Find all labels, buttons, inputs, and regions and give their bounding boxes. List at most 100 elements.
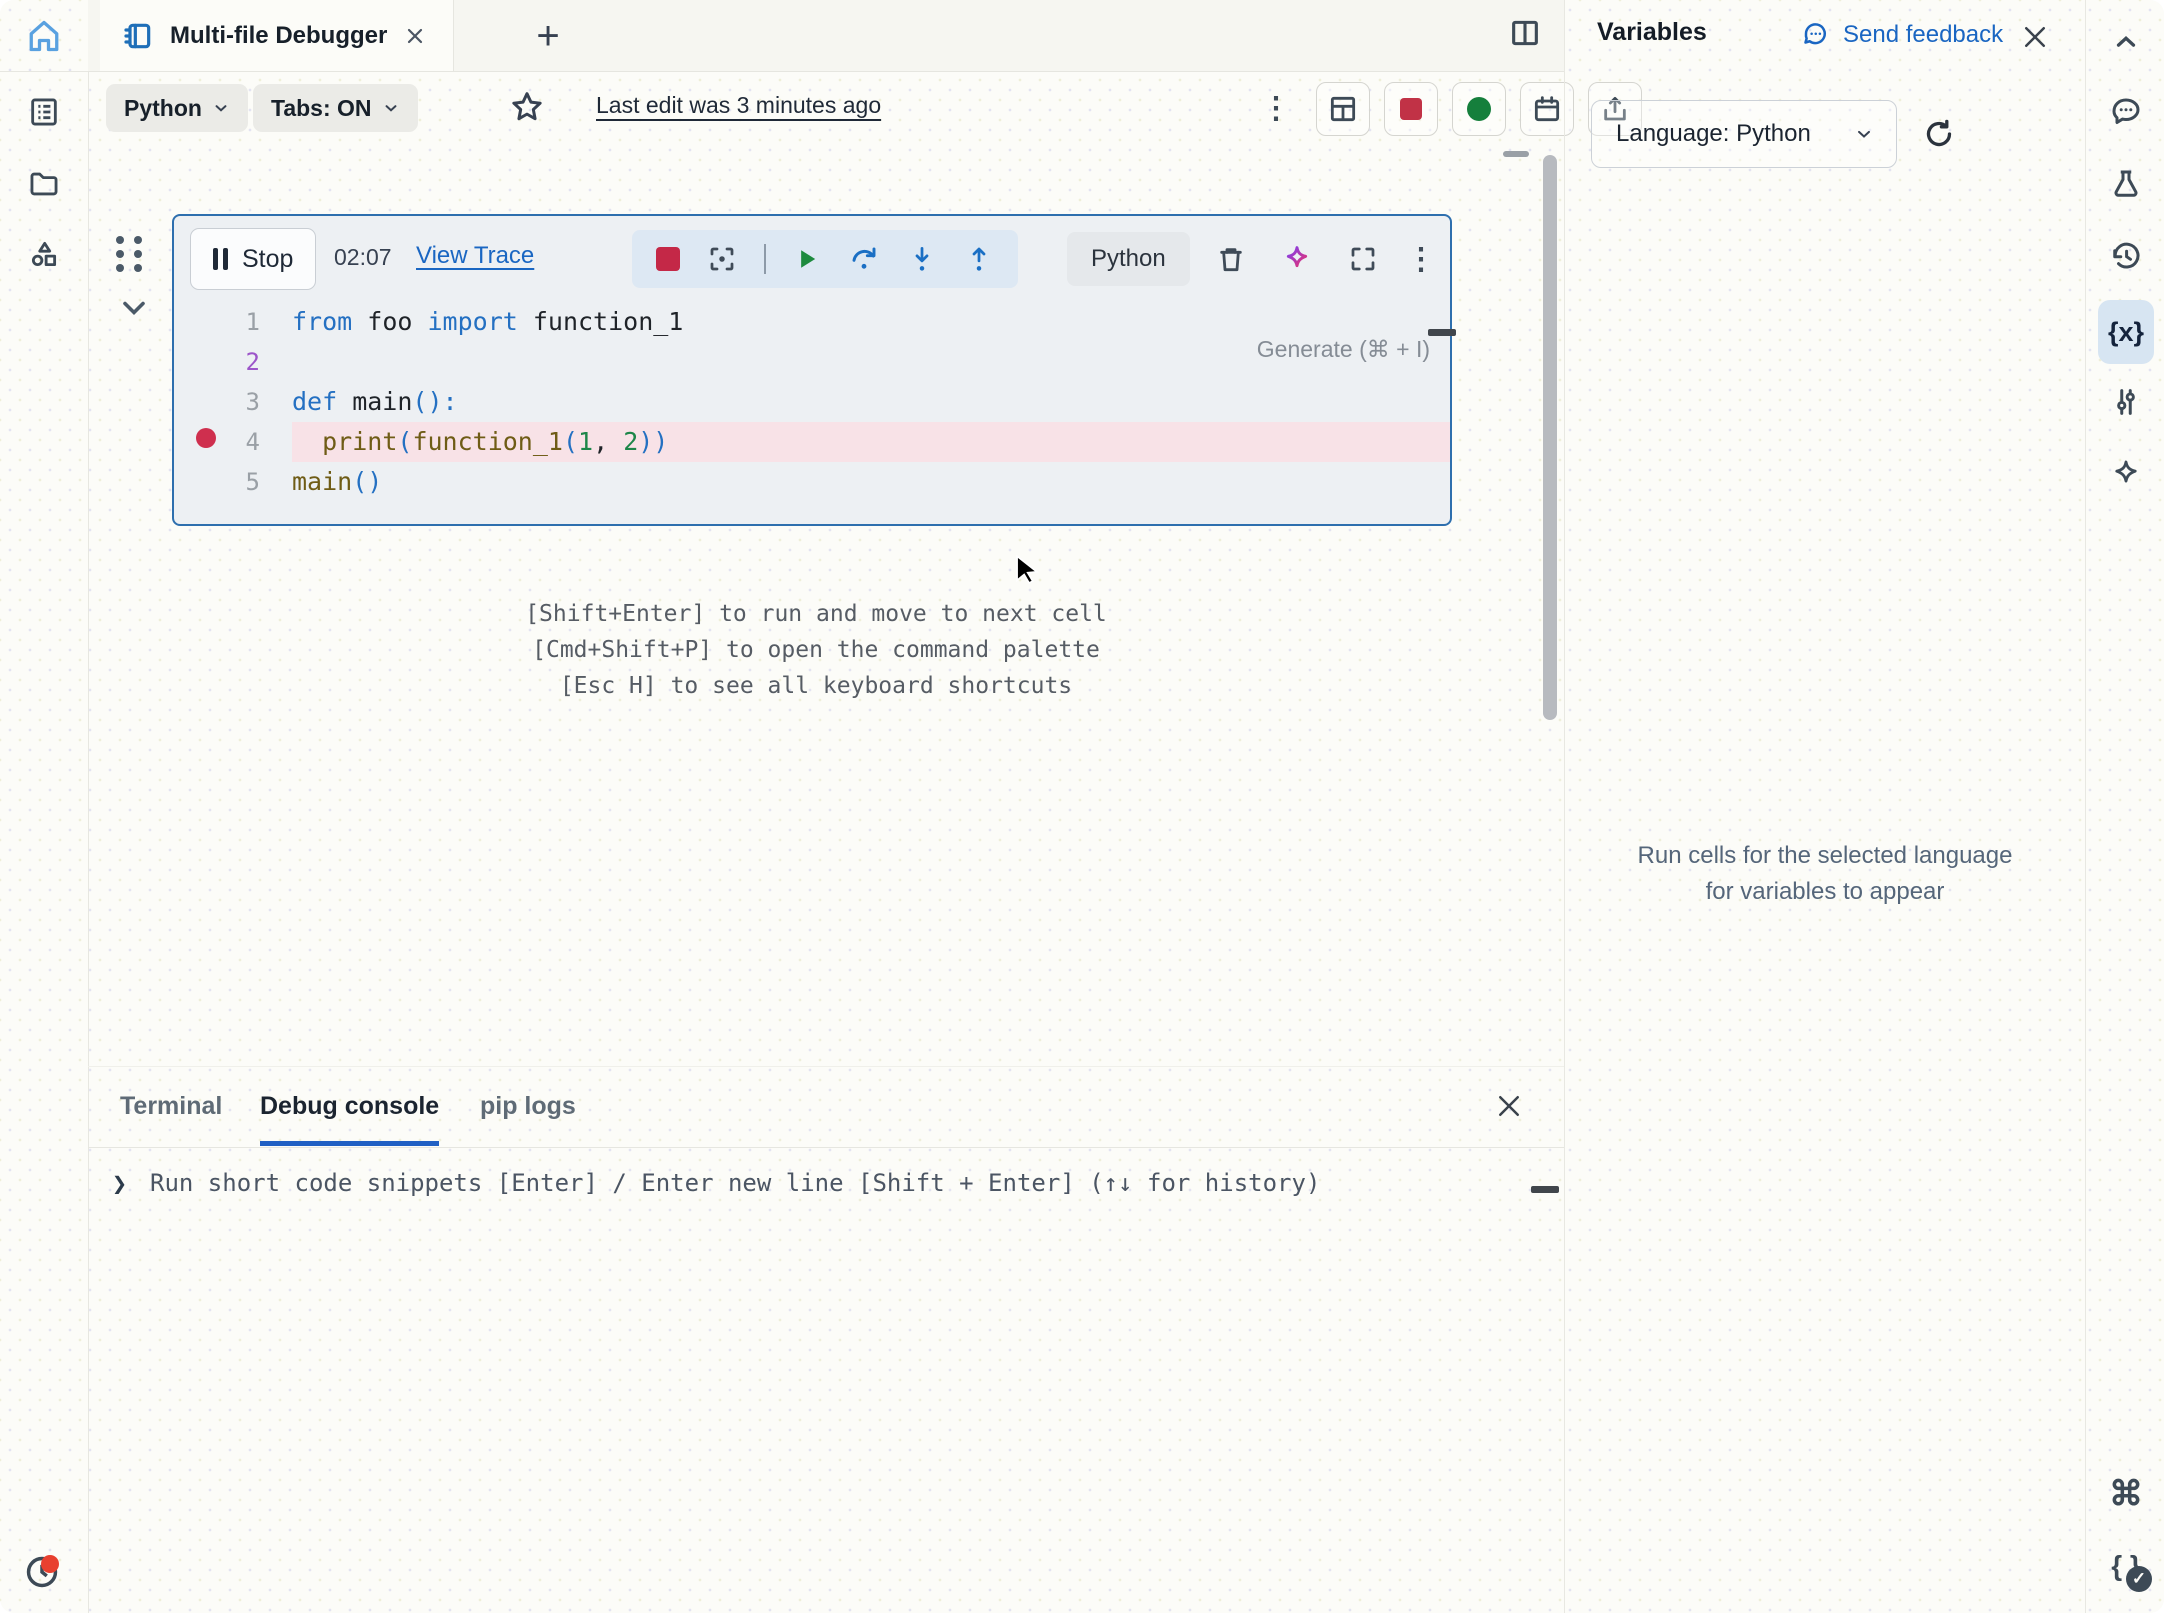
sparkle-icon (2109, 457, 2143, 491)
console-close-button[interactable] (1494, 1091, 1524, 1121)
chevron-down-icon (212, 99, 230, 117)
variables-icon: {x} (2108, 317, 2144, 348)
kernel-selector[interactable]: Python (106, 84, 248, 132)
toolbar-kebab-button[interactable]: ⋮ (1254, 84, 1298, 132)
view-trace-link[interactable]: View Trace (416, 242, 534, 270)
panel-close-button[interactable] (2020, 22, 2050, 52)
line-number: 4 (174, 422, 292, 462)
execution-timer: 02:07 (334, 244, 392, 271)
line-number: 1 (174, 302, 292, 342)
environment-button[interactable] (2098, 156, 2154, 212)
check-icon: ✓ (2126, 1566, 2152, 1592)
cell-menu-button[interactable]: ⋮ (1396, 234, 1446, 284)
panel-title: Variables (1597, 18, 1707, 47)
new-tab-button[interactable]: + (526, 14, 570, 58)
fullscreen-icon (1348, 244, 1378, 274)
close-icon (2020, 22, 2050, 52)
code-line-1: 1 from foo import function_1 (174, 302, 1450, 342)
console-scroll-marker (1531, 1186, 1559, 1193)
comments-button[interactable] (2098, 84, 2154, 140)
feedback-bubble-icon (1801, 20, 1831, 50)
list-icon (27, 95, 61, 129)
last-edit-link[interactable]: Last edit was 3 minutes ago (596, 92, 881, 119)
ai-assist-button[interactable] (1272, 234, 1322, 284)
tab-close-icon[interactable] (403, 24, 427, 48)
stop-square-icon (1400, 98, 1422, 120)
home-button[interactable] (16, 8, 72, 64)
prompt-placeholder: Run short code snippets [Enter] / Enter … (150, 1169, 1320, 1197)
cell-language-label: Python (1091, 245, 1166, 273)
cell-language-badge[interactable]: Python (1067, 232, 1190, 286)
stop-debug-icon[interactable] (656, 247, 680, 271)
left-sidebar (0, 0, 89, 1613)
history-clock-icon (2108, 238, 2144, 274)
favorite-button[interactable] (508, 88, 546, 126)
cell-scroll-marker (1428, 329, 1456, 336)
language-selector[interactable]: Language: Python (1591, 100, 1897, 168)
refresh-variables-button[interactable] (1921, 116, 1957, 152)
chevron-down-icon (382, 99, 400, 117)
step-into-icon[interactable] (907, 244, 937, 274)
cell-drag-handle[interactable] (116, 236, 156, 280)
vertical-scrollbar[interactable] (1543, 155, 1557, 720)
calendar-icon (1531, 93, 1563, 125)
layout-grid-icon (1327, 93, 1359, 125)
tab-pip-logs[interactable]: pip logs (480, 1067, 576, 1146)
code-line-4-highlighted: 4 print(function_1(1, 2)) (174, 422, 1450, 462)
step-out-icon[interactable] (964, 244, 994, 274)
split-view-button[interactable] (1508, 16, 1542, 50)
kebab-icon: ⋮ (1261, 91, 1291, 126)
cell-collapse-chevron-icon[interactable] (116, 296, 152, 320)
settings-sliders-button[interactable] (2098, 374, 2154, 430)
machine-status-button[interactable] (1452, 82, 1506, 136)
pause-icon (213, 248, 228, 270)
command-palette-button[interactable]: ⌘ (2098, 1466, 2154, 1522)
keyboard-hints: [Shift+Enter] to run and move to next ce… (88, 596, 1544, 704)
tab-debug-console[interactable]: Debug console (260, 1067, 439, 1146)
files-button[interactable] (16, 156, 72, 212)
ai-panel-button[interactable] (2098, 446, 2154, 502)
code-editor[interactable]: 1 from foo import function_1 2 3 def mai… (174, 302, 1450, 502)
continue-icon[interactable] (793, 245, 821, 273)
comment-bubble-icon (2108, 94, 2144, 130)
line-number-active: 2 (174, 342, 292, 382)
collapse-panel-button[interactable] (2098, 14, 2154, 70)
debug-console-input[interactable]: ❯ Run short code snippets [Enter] / Ente… (88, 1147, 1564, 1227)
clock-icon (23, 1553, 61, 1591)
code-line-3: 3 def main(): (174, 382, 1450, 422)
blocks-button[interactable] (16, 226, 72, 282)
tab-terminal[interactable]: Terminal (120, 1067, 222, 1146)
trash-icon (1215, 243, 1247, 275)
close-icon (1494, 1091, 1524, 1121)
hint-line: [Cmd+Shift+P] to open the command palett… (88, 632, 1544, 668)
step-over-icon[interactable] (848, 243, 880, 275)
command-icon: ⌘ (2109, 1474, 2143, 1514)
console-tab-bar: Terminal Debug console pip logs (88, 1066, 1564, 1148)
divider (0, 71, 88, 72)
stop-debug-button[interactable]: Stop (190, 228, 316, 290)
stop-machine-button[interactable] (1384, 82, 1438, 136)
tab-multi-file-debugger[interactable]: Multi-file Debugger (100, 0, 454, 71)
send-feedback-link[interactable]: Send feedback (1801, 20, 2003, 50)
line-number: 3 (174, 382, 292, 422)
notebook-list-button[interactable] (16, 84, 72, 140)
layout-button[interactable] (1316, 82, 1370, 136)
kernel-label: Python (124, 95, 202, 122)
code-cell: Stop 02:07 View Trace Python (172, 214, 1452, 526)
fullscreen-button[interactable] (1338, 234, 1388, 284)
focus-current-line-icon[interactable] (707, 244, 737, 274)
shapes-icon (27, 237, 61, 271)
right-sidebar: {x} ⌘ { } ✓ (2085, 0, 2164, 1613)
history-button[interactable] (2098, 228, 2154, 284)
activity-button[interactable] (14, 1544, 70, 1600)
delete-cell-button[interactable] (1206, 234, 1256, 284)
code-line-5: 5 main() (174, 462, 1450, 502)
variables-tab-button-active[interactable]: {x} (2098, 300, 2154, 364)
folder-icon (27, 167, 61, 201)
tabs-toggle[interactable]: Tabs: ON (253, 84, 418, 132)
prompt-chevron-icon: ❯ (112, 1169, 127, 1198)
debug-controls (632, 230, 1018, 288)
variables-empty-state: Run cells for the selected language for … (1595, 838, 2055, 910)
breakpoint-dot[interactable] (196, 428, 216, 448)
code-check-button[interactable]: { } ✓ (2098, 1538, 2154, 1594)
